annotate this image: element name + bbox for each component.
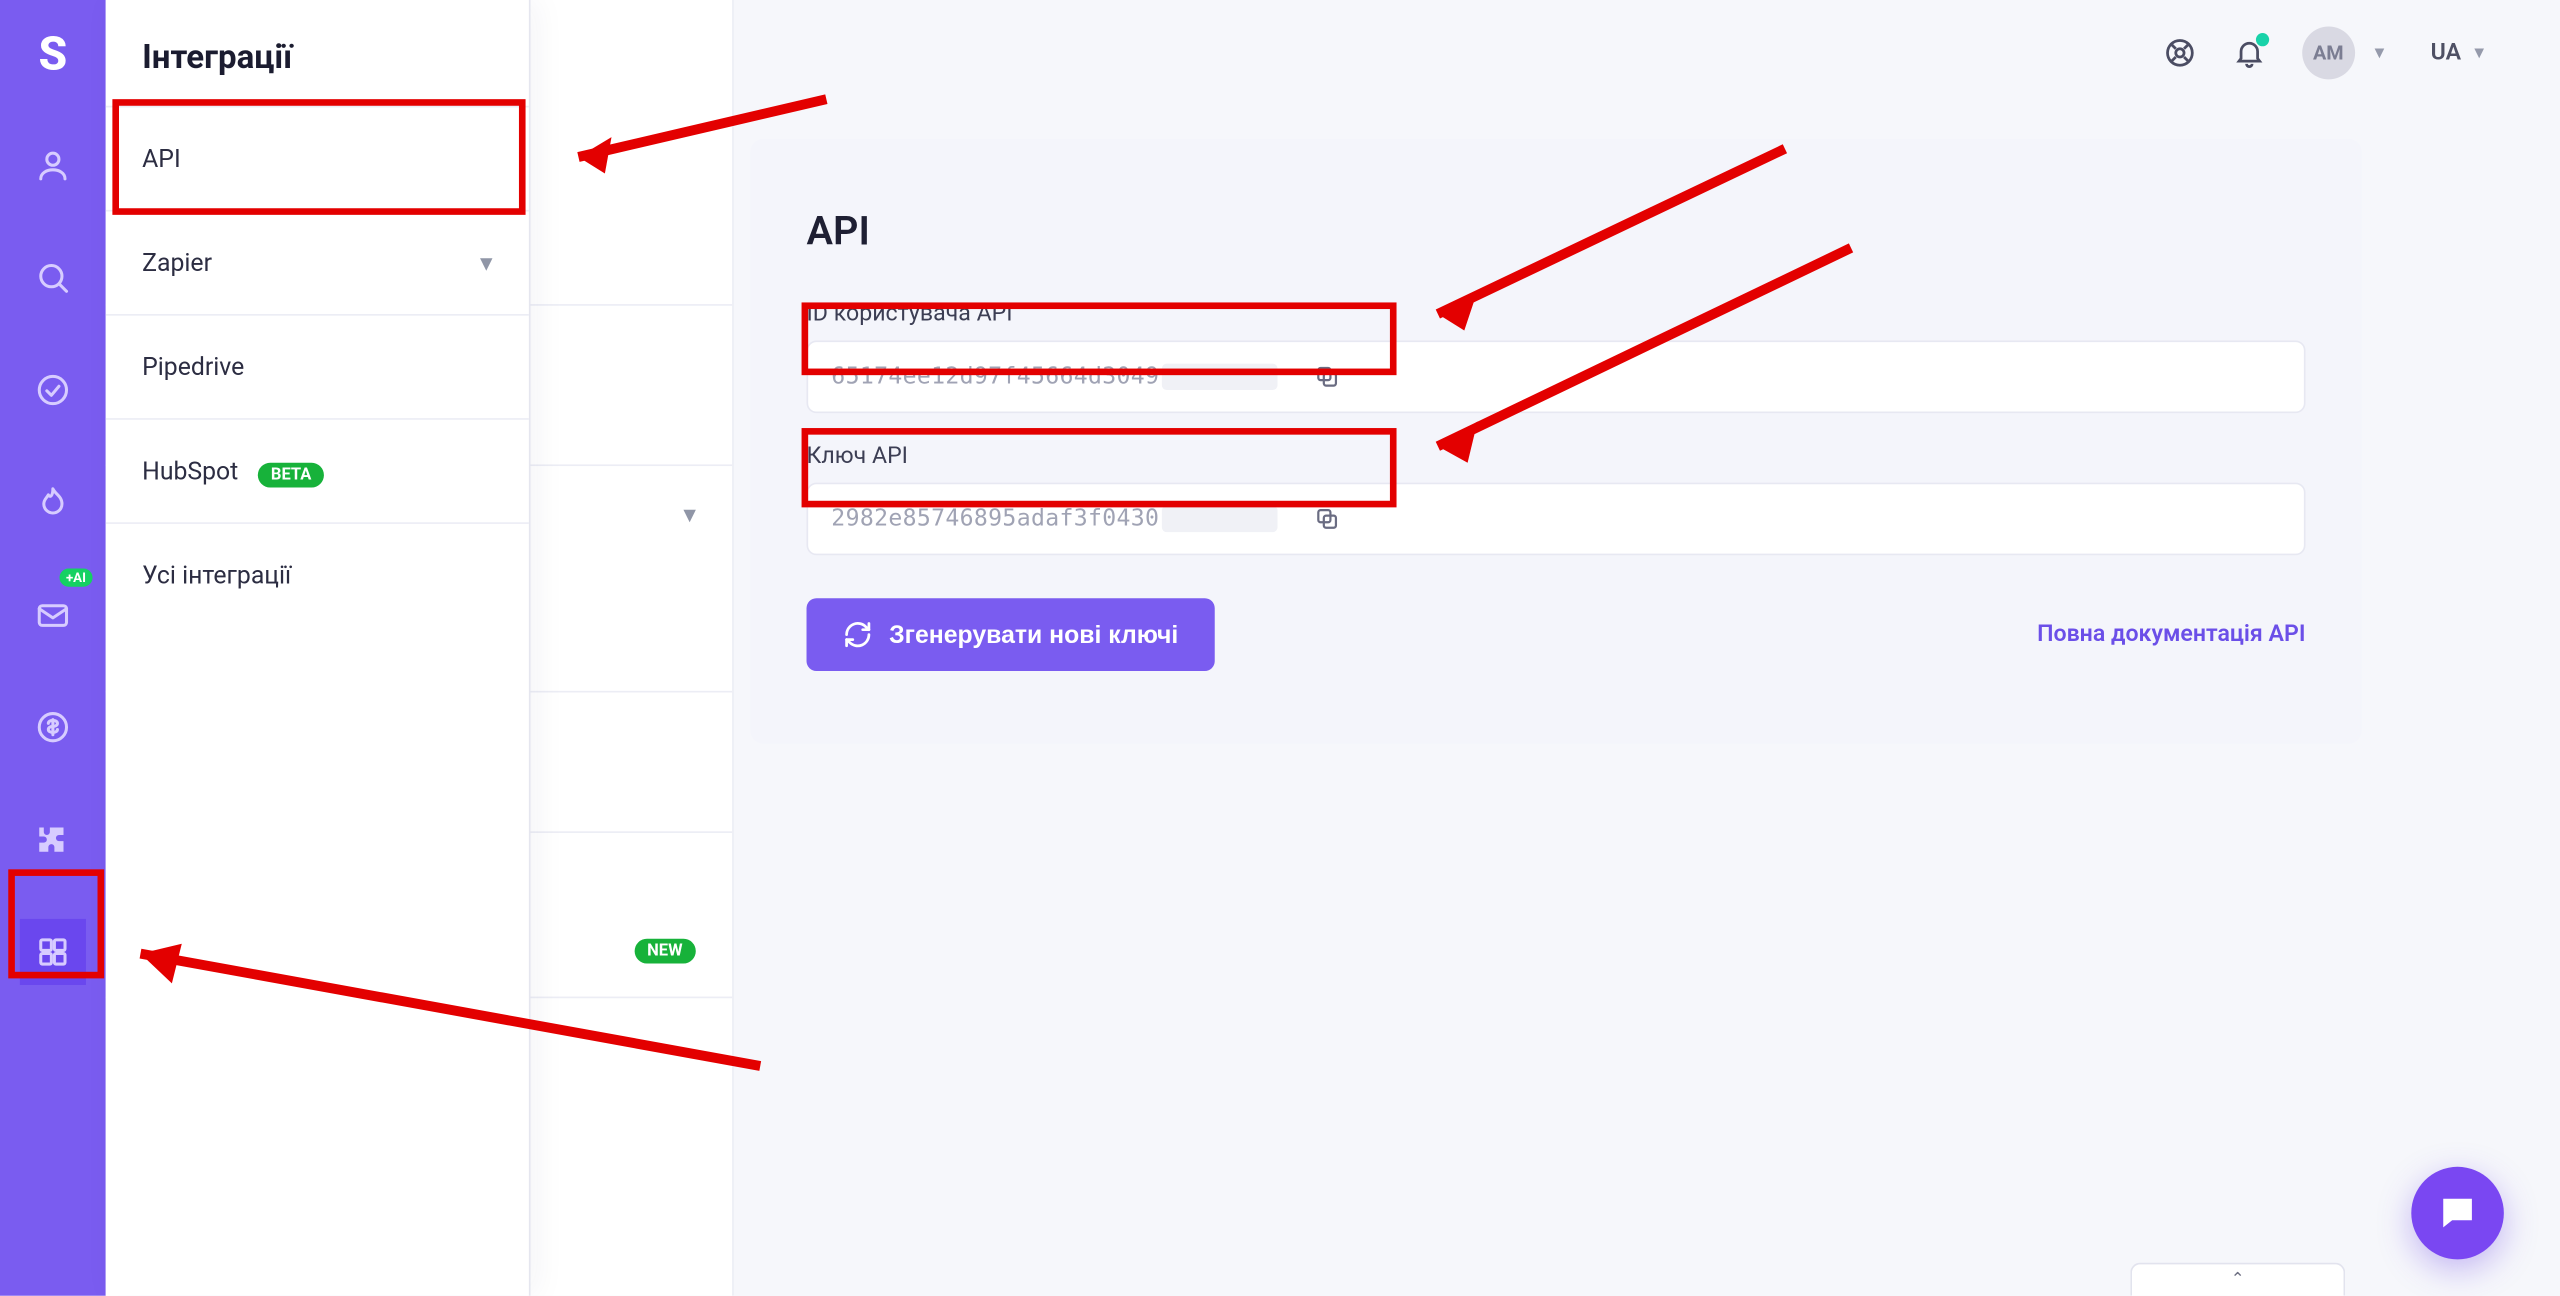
chevron-down-icon: ▾ [480, 248, 492, 278]
language-selector[interactable]: UA ▼ [2431, 40, 2488, 66]
regenerate-button-label: Згенерувати нові ключі [889, 621, 1178, 649]
chevron-down-icon: ▼ [2471, 44, 2487, 62]
ai-badge: +AI [59, 569, 92, 587]
chevron-down-icon: ▾ [683, 499, 695, 529]
api-key-value: 2982e85746895adaf3f0430 [831, 506, 1159, 532]
puzzle-icon[interactable] [20, 807, 86, 873]
collapsed-widget-tab[interactable]: ⌃ [2130, 1263, 2345, 1296]
topbar: AM ▼ UA ▼ [734, 0, 2560, 106]
regenerate-keys-button[interactable]: Згенерувати нові ключі [807, 598, 1215, 671]
nav-rail: S +AI [0, 0, 106, 1296]
brand-logo[interactable]: S [20, 20, 86, 86]
submenu-item-label: Zapier [142, 248, 212, 278]
avatar[interactable]: AM [2302, 26, 2355, 79]
api-user-id-value: 65174ee12d97f45664d3049 [831, 364, 1159, 390]
api-key-label: Ключ API [807, 443, 2306, 469]
api-key-field: 2982e85746895adaf3f0430 [807, 483, 2306, 556]
api-user-id-label: ID користувача API [807, 301, 2306, 327]
flame-icon[interactable] [20, 469, 86, 535]
check-circle-icon[interactable] [20, 357, 86, 423]
beta-badge: BETA [258, 463, 325, 488]
integrations-submenu: Інтеграції API Zapier ▾ Pipedrive HubSpo… [106, 0, 531, 1296]
redacted-mask [1163, 364, 1279, 390]
person-icon[interactable] [20, 132, 86, 198]
support-icon[interactable] [2153, 26, 2206, 79]
submenu-item-label: Pipedrive [142, 352, 244, 382]
api-docs-link[interactable]: Повна документація API [2037, 621, 2305, 647]
language-label: UA [2431, 40, 2461, 66]
apps-grid-icon[interactable] [20, 919, 86, 985]
submenu-item-zapier[interactable]: Zapier ▾ [106, 210, 529, 314]
submenu-item-label: API [142, 144, 181, 174]
submenu-item-label: Усі інтеграції [142, 560, 291, 590]
copy-icon[interactable] [1308, 357, 1348, 397]
search-icon[interactable] [20, 245, 86, 311]
api-actions-row: Згенерувати нові ключі Повна документаці… [807, 598, 2306, 671]
api-settings-card: API ID користувача API 65174ee12d97f4566… [750, 139, 2361, 744]
submenu-title: Інтеграції [106, 0, 529, 106]
submenu-item-label: HubSpot [142, 456, 238, 486]
mail-icon[interactable]: +AI [20, 582, 86, 648]
dollar-icon[interactable] [20, 694, 86, 760]
redacted-mask [1163, 506, 1279, 532]
api-user-id-field: 65174ee12d97f45664d3049 [807, 340, 2306, 413]
notification-dot [2256, 33, 2269, 46]
chat-fab[interactable] [2411, 1167, 2504, 1260]
copy-icon[interactable] [1308, 499, 1348, 539]
submenu-item-all-integrations[interactable]: Усі інтеграції [106, 522, 529, 626]
bell-icon[interactable] [2223, 26, 2276, 79]
card-heading: API [807, 208, 2306, 254]
app-workspace: ска ятки ▾ рограма я пошуку NEW я Інтегр… [0, 0, 2560, 1296]
chevron-down-icon[interactable]: ▼ [2371, 44, 2387, 62]
submenu-item-pipedrive[interactable]: Pipedrive [106, 314, 529, 418]
submenu-item-hubspot[interactable]: HubSpot BETA [106, 418, 529, 522]
submenu-item-api[interactable]: API [106, 106, 529, 210]
new-badge: NEW [634, 939, 696, 964]
